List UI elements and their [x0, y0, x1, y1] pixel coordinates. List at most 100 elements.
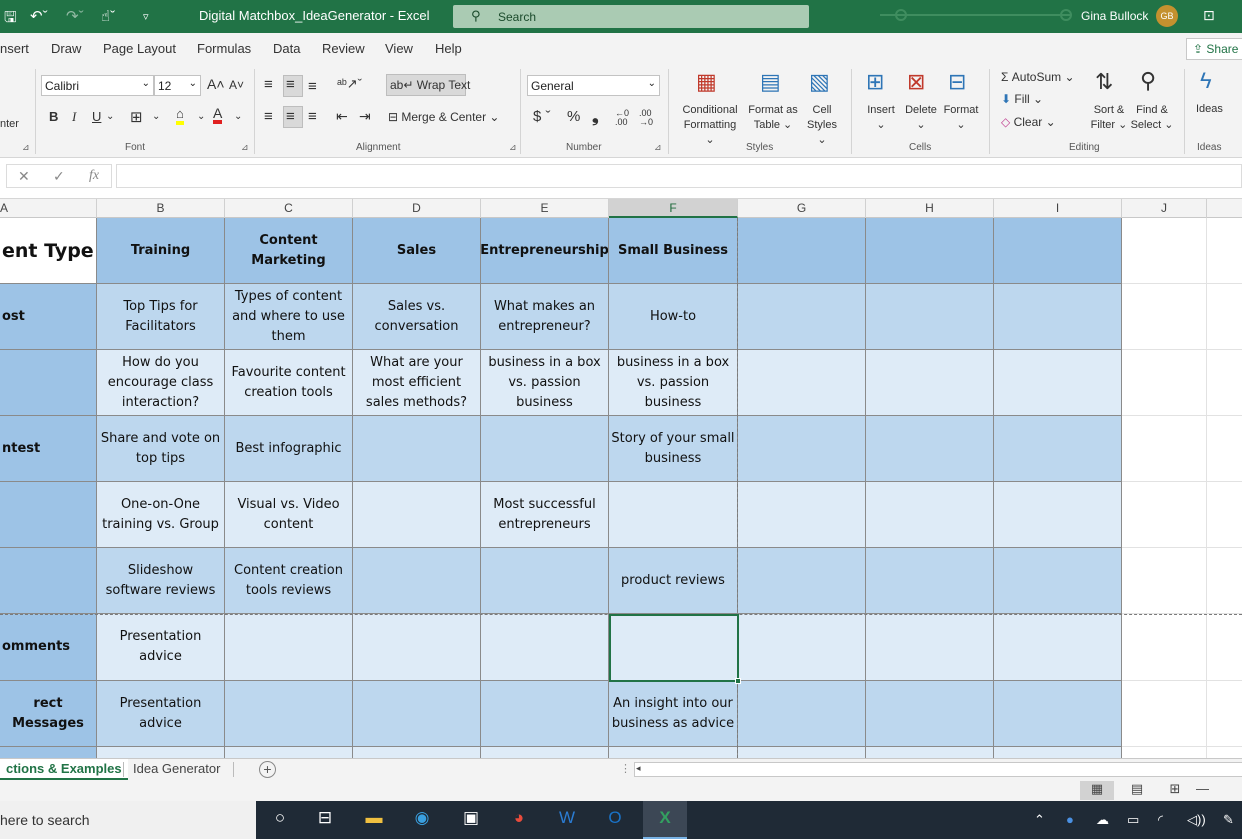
onedrive-icon[interactable]: ☁	[1096, 812, 1109, 828]
cell-r4-c[interactable]: Visual vs. Video content	[225, 482, 353, 548]
cell-r7-d[interactable]	[353, 681, 481, 747]
enter-icon[interactable]: ✓	[53, 168, 65, 185]
tab-formulas[interactable]: Formulas	[197, 41, 251, 56]
cell-r8-e[interactable]	[481, 747, 609, 758]
cell-header-sales[interactable]: Sales	[353, 218, 481, 284]
orientation-icon[interactable]: ᵃᵇ↗ˇ	[337, 76, 362, 92]
cell-r1-e[interactable]: What makes an entrepreneur?	[481, 284, 609, 350]
fill-button[interactable]: ⬇ Fill ⌄	[1001, 92, 1043, 106]
cell-header-g[interactable]	[738, 218, 866, 284]
cancel-icon[interactable]: ✕	[18, 168, 30, 185]
cell-r6-j[interactable]	[1122, 614, 1207, 681]
column-header-h[interactable]: H	[866, 199, 994, 218]
find-select-button[interactable]: Find & Select ⌄	[1129, 103, 1175, 133]
cell-r2-f[interactable]: business in a box vs. passion business	[609, 350, 738, 416]
align-center-icon[interactable]: ≡	[286, 108, 295, 125]
insert-cells-button[interactable]: Insert ⌄	[864, 103, 898, 133]
clipboard-partial-label[interactable]: nter	[0, 118, 19, 130]
row-label-4[interactable]	[0, 482, 97, 548]
cell-r1-g[interactable]	[738, 284, 866, 350]
cell-r5-b[interactable]: Slideshow software reviews	[97, 548, 225, 614]
save-icon[interactable]: 🖫	[4, 7, 17, 32]
cell-r3-i[interactable]	[994, 416, 1122, 482]
cell-r2-h[interactable]	[866, 350, 994, 416]
cell-r6-g[interactable]	[738, 614, 866, 681]
fill-color-icon[interactable]: ⌂	[176, 107, 184, 125]
cell-styles-icon[interactable]: ▧	[809, 69, 830, 95]
column-header-i[interactable]: I	[994, 199, 1122, 218]
cell-r3-g[interactable]	[738, 416, 866, 482]
cell-header-h[interactable]	[866, 218, 994, 284]
tab-page-layout[interactable]: Page Layout	[103, 41, 176, 56]
cell-r8-f[interactable]	[609, 747, 738, 758]
add-sheet-icon[interactable]: +	[259, 761, 276, 778]
font-launcher-icon[interactable]: ⊿	[241, 142, 249, 153]
cell-header-entrepreneurship[interactable]: Entrepreneurship	[481, 218, 609, 284]
cell-r3-b[interactable]: Share and vote on top tips	[97, 416, 225, 482]
format-cells-icon[interactable]: ⊟	[948, 69, 966, 95]
row-label-2[interactable]	[0, 350, 97, 416]
delete-cells-icon[interactable]: ⊠	[907, 69, 925, 95]
cell-r1-k[interactable]	[1207, 284, 1242, 350]
tab-data[interactable]: Data	[273, 41, 300, 56]
sheet-tab-idea-generator[interactable]: Idea Generator	[127, 759, 226, 780]
merge-center-button[interactable]: ⊟ Merge & Center ⌄	[388, 110, 499, 124]
cell-r2-c[interactable]: Favourite content creation tools	[225, 350, 353, 416]
bottom-align-icon[interactable]: ≡	[308, 78, 317, 95]
borders-icon[interactable]: ⊞	[130, 108, 143, 126]
cell-r8-g[interactable]	[738, 747, 866, 758]
cell-r4-g[interactable]	[738, 482, 866, 548]
cell-r5-j[interactable]	[1122, 548, 1207, 614]
cell-header-k[interactable]	[1207, 218, 1242, 284]
clear-button[interactable]: ◇ Clear ⌄	[1001, 115, 1056, 129]
increase-font-icon[interactable]: A˄	[207, 76, 225, 92]
cortana-icon[interactable]: ○	[267, 808, 293, 832]
zoom-slider[interactable]: —	[1196, 781, 1242, 800]
cell-r3-d[interactable]	[353, 416, 481, 482]
cell-header-i[interactable]	[994, 218, 1122, 284]
comma-style-icon[interactable]: ❟	[592, 107, 599, 127]
chrome-icon[interactable]: ◕	[506, 808, 532, 832]
cell-r8-b[interactable]	[97, 747, 225, 758]
insert-cells-icon[interactable]: ⊞	[866, 69, 884, 95]
cell-r8-i[interactable]	[994, 747, 1122, 758]
wifi-icon[interactable]: ◜	[1158, 812, 1163, 828]
outlook-icon[interactable]: O	[602, 808, 628, 832]
column-header-b[interactable]: B	[97, 199, 225, 218]
share-button[interactable]: ⇪ Share	[1186, 38, 1242, 60]
row-label-5[interactable]	[0, 548, 97, 614]
cell-r4-h[interactable]	[866, 482, 994, 548]
cell-r2-k[interactable]	[1207, 350, 1242, 416]
task-view-icon[interactable]: ⊟	[312, 808, 338, 832]
row-label-6[interactable]: omments	[0, 614, 97, 681]
page-break-view-icon[interactable]: ⊞	[1158, 781, 1192, 800]
increase-indent-icon[interactable]: ⇥	[359, 108, 371, 125]
cell-r7-b[interactable]: Presentation advice	[97, 681, 225, 747]
ideas-lightning-icon[interactable]: ϟ	[1200, 68, 1212, 94]
chevron-down-icon[interactable]: ⌄	[197, 111, 205, 122]
cell-r6-k[interactable]	[1207, 614, 1242, 681]
cell-r7-j[interactable]	[1122, 681, 1207, 747]
cell-header-training[interactable]: Training	[97, 218, 225, 284]
font-color-icon[interactable]: A	[213, 106, 223, 124]
cell-r4-k[interactable]	[1207, 482, 1242, 548]
pen-icon[interactable]: ✎	[1223, 812, 1234, 828]
cell-r8-k[interactable]	[1207, 747, 1242, 758]
align-right-icon[interactable]: ≡	[308, 108, 317, 125]
cell-r8-h[interactable]	[866, 747, 994, 758]
cell-r1-d[interactable]: Sales vs. conversation	[353, 284, 481, 350]
edge-icon[interactable]: ◉	[409, 808, 435, 832]
cell-r2-b[interactable]: How do you encourage class interaction?	[97, 350, 225, 416]
autosum-button[interactable]: Σ AutoSum ⌄	[1001, 70, 1075, 84]
currency-icon[interactable]: $ ˇ	[533, 108, 551, 125]
cell-r7-h[interactable]	[866, 681, 994, 747]
find-select-icon[interactable]: ⚲	[1140, 68, 1156, 94]
align-left-icon[interactable]: ≡	[264, 108, 273, 125]
formula-input[interactable]	[116, 164, 1242, 188]
word-icon[interactable]: W	[554, 808, 580, 832]
cell-r2-i[interactable]	[994, 350, 1122, 416]
cell-r2-g[interactable]	[738, 350, 866, 416]
cell-r4-e[interactable]: Most successful entrepreneurs	[481, 482, 609, 548]
row-label-3[interactable]: ntest	[0, 416, 97, 482]
column-header-e[interactable]: E	[481, 199, 609, 218]
